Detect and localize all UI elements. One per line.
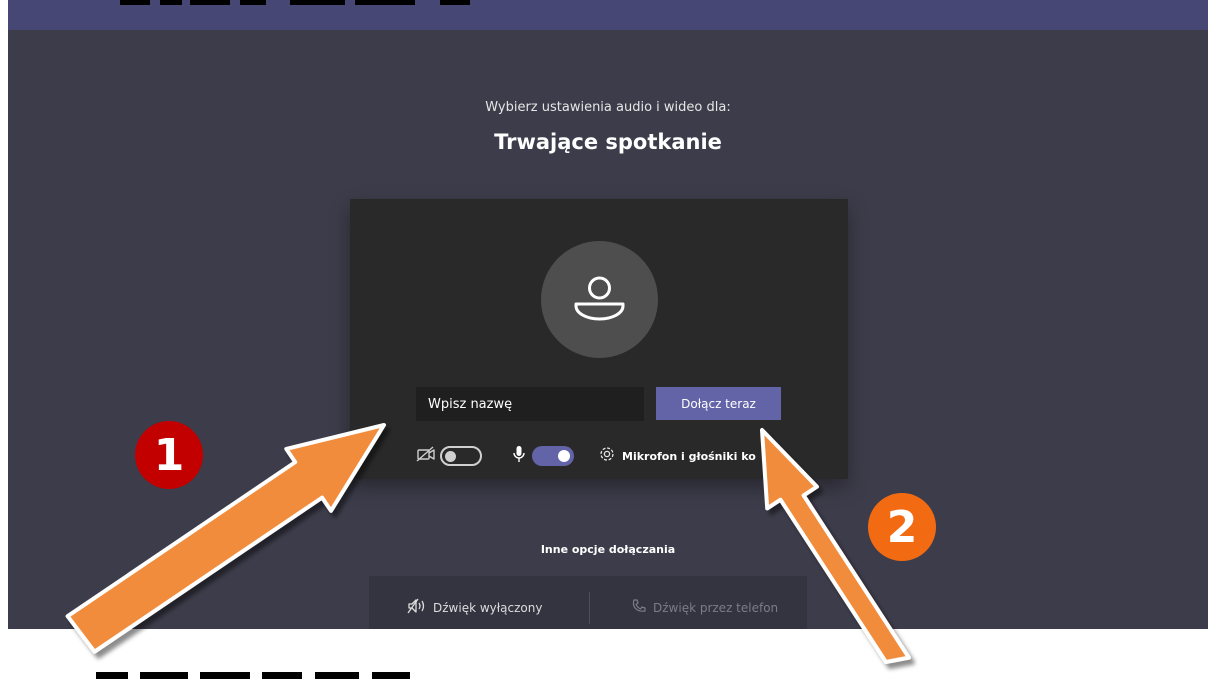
arrow-2-to-join-button xyxy=(760,428,911,664)
arrow-1-to-name-input xyxy=(65,423,386,654)
annotation-arrows xyxy=(65,423,911,664)
